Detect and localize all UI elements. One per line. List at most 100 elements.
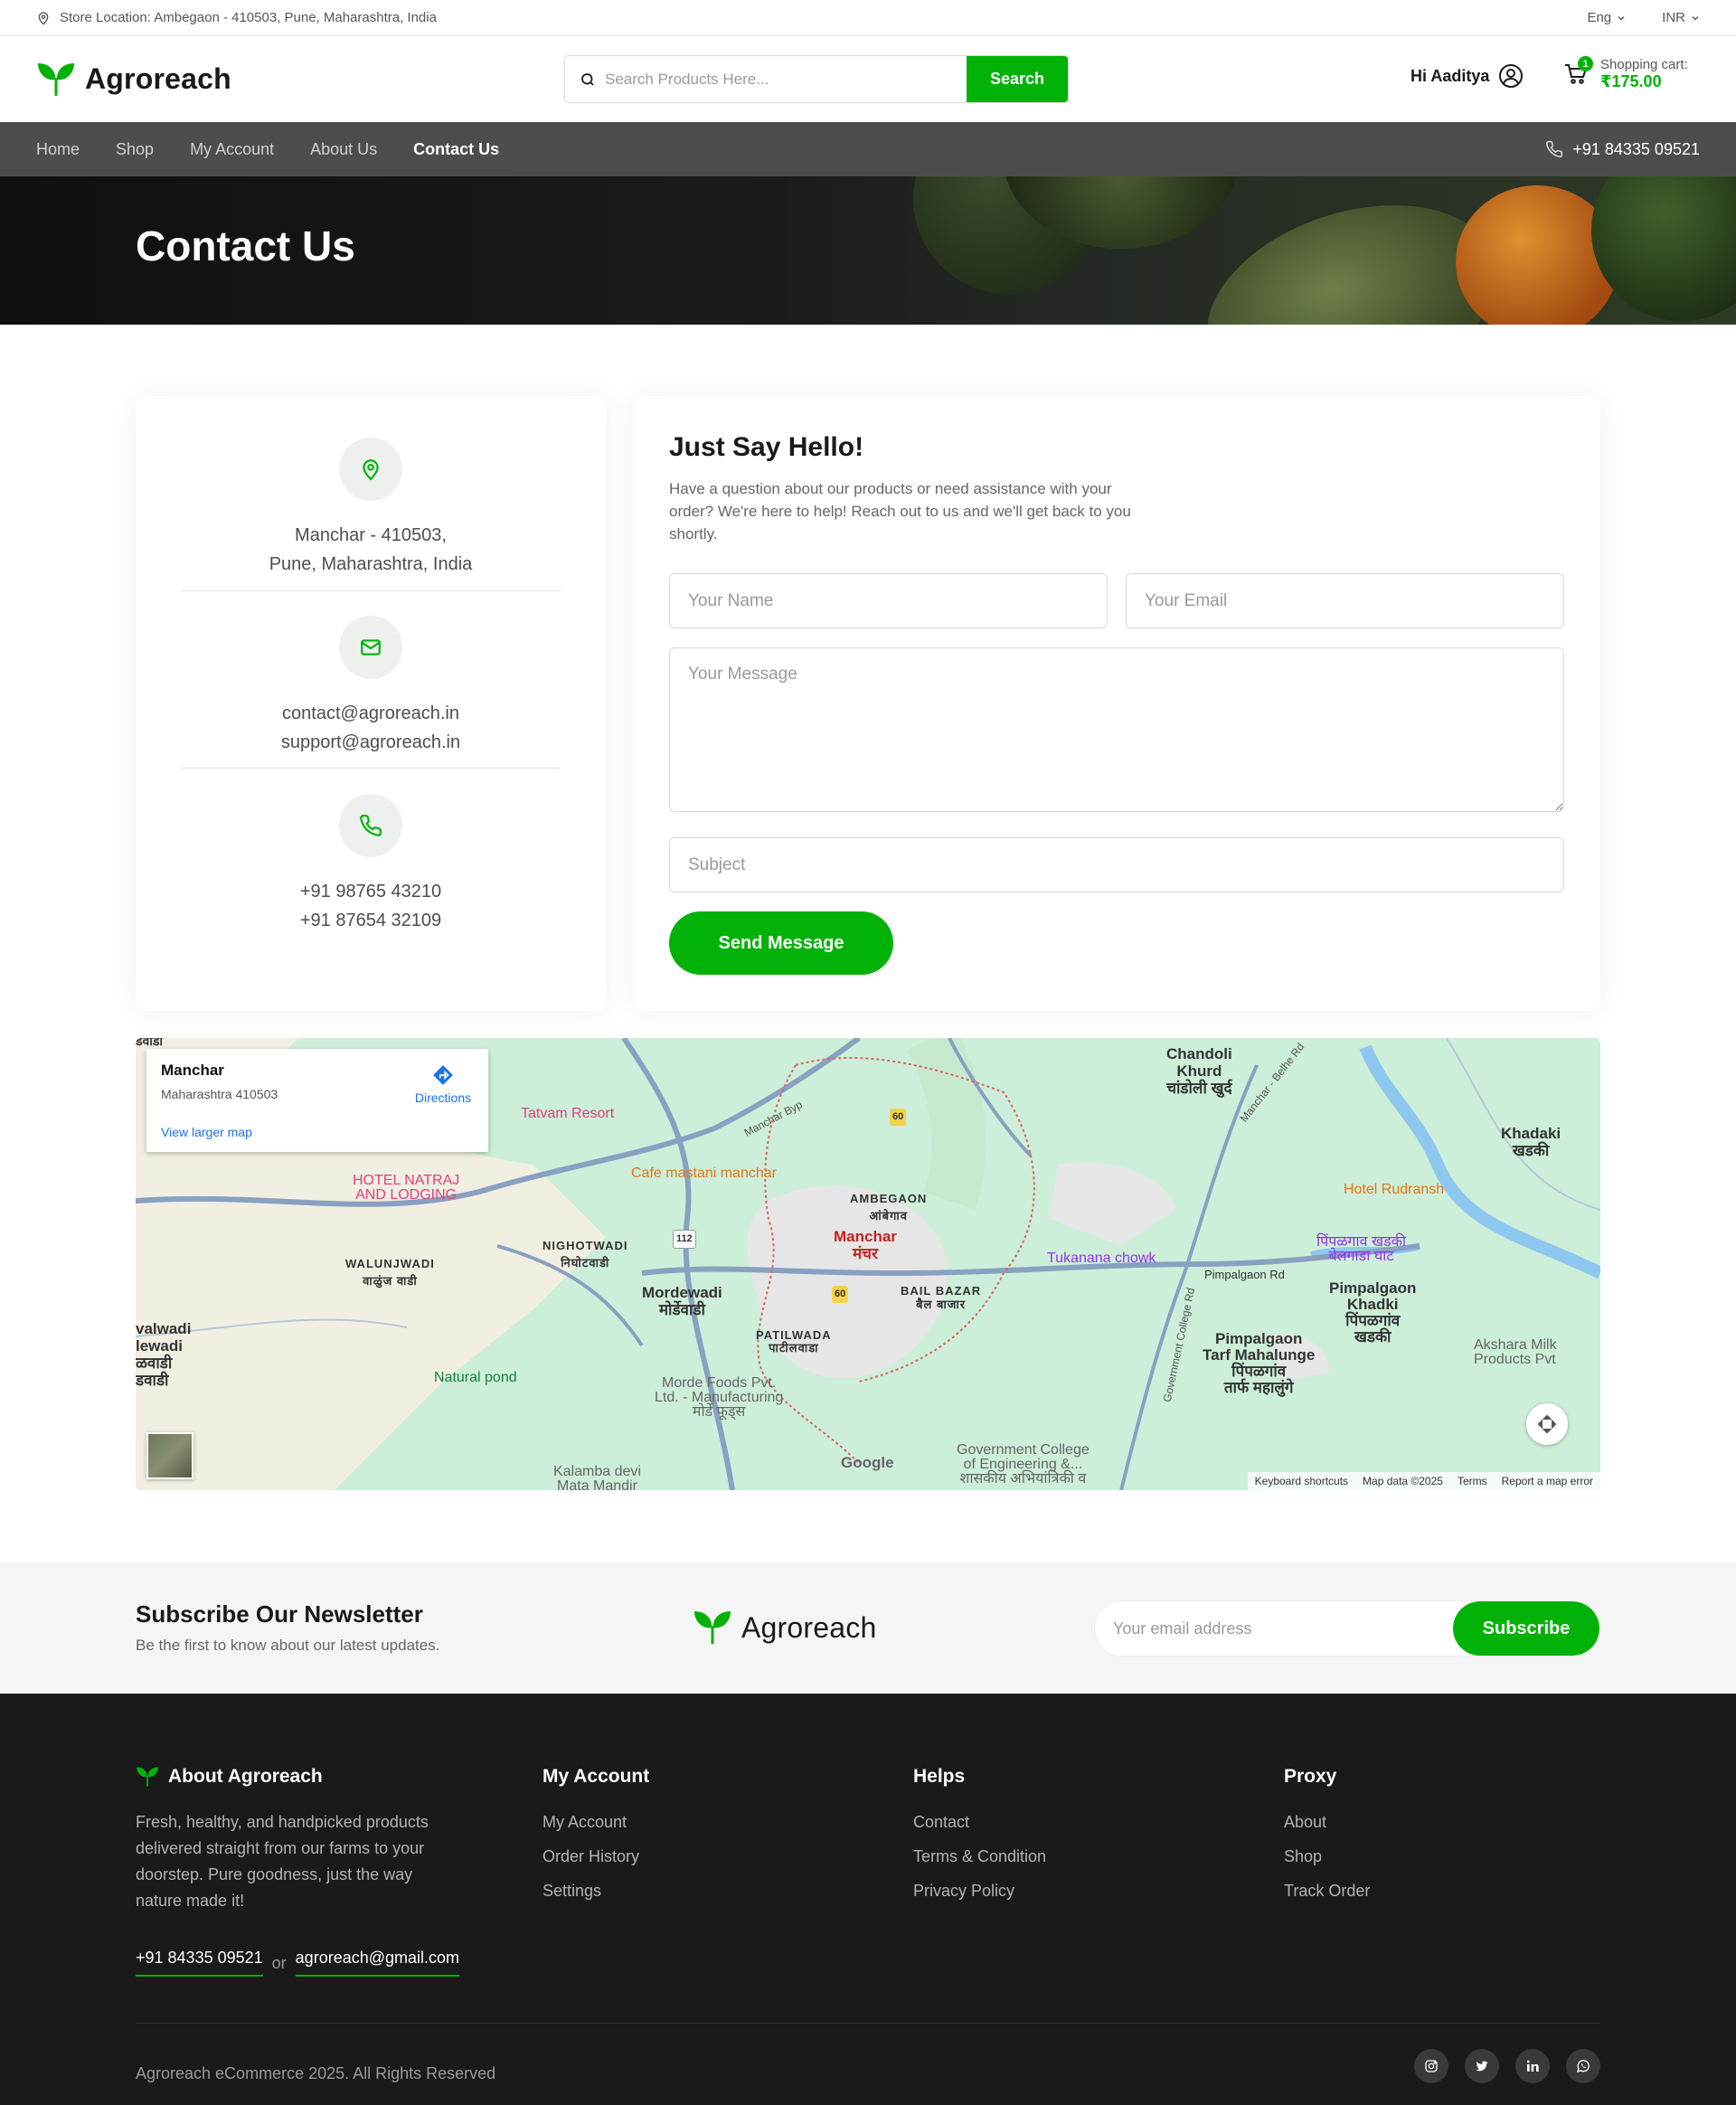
whatsapp-icon[interactable] xyxy=(1566,2049,1600,2083)
location-map[interactable]: Manchar Maharashtra 410503 View larger m… xyxy=(136,1038,1600,1490)
fullscreen-button[interactable] xyxy=(1526,1403,1568,1445)
brand-name: Agroreach xyxy=(85,62,231,95)
cart-label: Shopping cart: xyxy=(1600,57,1688,72)
email-icon-circle xyxy=(339,616,402,679)
map-poi[interactable]: Tatvam Resort xyxy=(521,1105,614,1122)
footer-link[interactable]: Contact xyxy=(913,1813,1046,1832)
report-error-link[interactable]: Report a map error xyxy=(1502,1475,1593,1487)
footer-my-account-column: My Account My Account Order History Sett… xyxy=(542,1766,649,1916)
map-label: डवाडी xyxy=(136,1038,164,1048)
newsletter-form: Subscribe xyxy=(1094,1600,1600,1657)
newsletter-email-input[interactable] xyxy=(1095,1601,1453,1656)
map-poi[interactable]: Cafe mastani manchar xyxy=(631,1165,777,1182)
footer-link[interactable]: My Account xyxy=(542,1813,649,1832)
email-block: contact@agroreach.in support@agroreach.i… xyxy=(181,616,561,757)
map-poi[interactable]: Government College of Engineering &... श… xyxy=(957,1443,1090,1487)
brand-logo[interactable]: Agroreach xyxy=(36,61,231,98)
nav-item-my-account[interactable]: My Account xyxy=(190,140,274,159)
brand-logo[interactable]: Agroreach xyxy=(693,1609,876,1646)
footer-email-link[interactable]: agroreach@gmail.com xyxy=(295,1949,460,1977)
shopping-cart[interactable]: 1 Shopping cart: ₹175.00 xyxy=(1564,56,1688,90)
directions-icon xyxy=(407,1063,479,1087)
map-label: PATILWADA पाटीलवाडा xyxy=(756,1328,832,1355)
map-poi[interactable]: Morde Foods Pvt. Ltd. - Manufacturing मो… xyxy=(655,1376,783,1420)
search-input[interactable] xyxy=(605,70,967,89)
nav-phone[interactable]: +91 84335 09521 xyxy=(1545,140,1700,159)
user-icon xyxy=(1498,63,1524,89)
nav-item-shop[interactable]: Shop xyxy=(116,140,154,159)
send-message-button[interactable]: Send Message xyxy=(669,911,893,975)
instagram-icon[interactable] xyxy=(1414,2049,1448,2083)
fullscreen-icon xyxy=(1537,1414,1557,1434)
phone-link[interactable]: +91 98765 43210 xyxy=(181,877,561,906)
map-poi[interactable]: Natural pond xyxy=(434,1369,517,1386)
footer-link[interactable]: Shop xyxy=(1284,1847,1370,1866)
hero-decoration xyxy=(1591,176,1736,321)
footer-link[interactable]: Track Order xyxy=(1284,1882,1370,1901)
map-poi[interactable]: Kalamba devi Mata Mandir xyxy=(553,1465,641,1491)
nav-item-about-us[interactable]: About Us xyxy=(310,140,377,159)
subject-field[interactable] xyxy=(669,837,1564,892)
map-poi[interactable]: पिंपळगाव खडकी बेलगाडा घाट xyxy=(1316,1235,1406,1264)
footer-link[interactable]: About xyxy=(1284,1813,1370,1832)
footer-divider xyxy=(136,2023,1600,2024)
name-field[interactable] xyxy=(669,573,1108,628)
nav-item-contact-us[interactable]: Contact Us xyxy=(413,140,499,159)
twitter-icon[interactable] xyxy=(1465,2049,1499,2083)
map-label: AMBEGAON आंबेगाव xyxy=(850,1192,928,1222)
linkedin-icon[interactable] xyxy=(1515,2049,1550,2083)
subscribe-button[interactable]: Subscribe xyxy=(1453,1601,1599,1656)
brand-name: Agroreach xyxy=(741,1610,877,1644)
footer-helps-column: Helps Contact Terms & Condition Privacy … xyxy=(913,1766,1046,1916)
footer-link[interactable]: Privacy Policy xyxy=(913,1882,1046,1901)
map-data-text: Map data ©2025 xyxy=(1363,1475,1443,1487)
message-field[interactable] xyxy=(669,647,1564,812)
contact-form-card: Just Say Hello! Have a question about ou… xyxy=(633,396,1600,1011)
satellite-toggle[interactable] xyxy=(146,1432,193,1479)
map-route-shield: 60 xyxy=(890,1109,907,1126)
main-nav: Home Shop My Account About Us Contact Us… xyxy=(0,122,1736,176)
email-link[interactable]: contact@agroreach.in xyxy=(181,699,561,728)
view-larger-map-link[interactable]: View larger map xyxy=(161,1125,252,1139)
currency-select[interactable]: INR xyxy=(1662,10,1700,25)
footer-or-text: or xyxy=(271,1954,287,1972)
terms-link[interactable]: Terms xyxy=(1458,1475,1487,1487)
footer-link[interactable]: Terms & Condition xyxy=(913,1847,1046,1866)
map-place-card: Manchar Maharashtra 410503 View larger m… xyxy=(146,1049,488,1152)
map-poi[interactable]: HOTEL NATRAJ AND LODGING xyxy=(353,1174,459,1203)
map-poi[interactable]: Tukanana chowk xyxy=(1047,1250,1156,1267)
leaf-logo-icon xyxy=(693,1609,732,1646)
email-link[interactable]: support@agroreach.in xyxy=(181,728,561,757)
language-select[interactable]: Eng xyxy=(1587,10,1626,25)
cart-total: ₹175.00 xyxy=(1600,71,1662,90)
site-footer: About Agroreach Fresh, healthy, and hand… xyxy=(0,1694,1736,2105)
search-bar: Search xyxy=(564,55,1069,103)
search-icon xyxy=(580,71,596,88)
form-intro: Have a question about our products or ne… xyxy=(669,480,1131,543)
directions-button[interactable]: Directions xyxy=(407,1063,479,1105)
map-poi[interactable]: Hotel Rudransh xyxy=(1344,1181,1444,1198)
form-title: Just Say Hello! xyxy=(669,432,864,462)
map-label: BAIL BAZAR बैल बाजार xyxy=(901,1284,982,1311)
phone-link[interactable]: +91 87654 32109 xyxy=(181,906,561,935)
search-button[interactable]: Search xyxy=(967,56,1068,102)
footer-column-title: My Account xyxy=(542,1766,650,1787)
footer-link[interactable]: Settings xyxy=(542,1882,649,1901)
nav-phone-number: +91 84335 09521 xyxy=(1572,139,1700,158)
store-location: Store Location: Ambegaon - 410503, Pune,… xyxy=(36,10,437,25)
keyboard-shortcuts-link[interactable]: Keyboard shortcuts xyxy=(1255,1475,1348,1487)
footer-link[interactable]: Order History xyxy=(542,1847,649,1866)
map-place-address: Maharashtra 410503 xyxy=(161,1087,278,1101)
map-label: Pimpalgaon Rd xyxy=(1204,1268,1285,1281)
directions-label: Directions xyxy=(414,1090,472,1105)
contact-info-card: Manchar - 410503, Pune, Maharashtra, Ind… xyxy=(136,396,606,1011)
leaf-logo-icon xyxy=(136,1766,159,1788)
map-poi[interactable]: Akshara Milk Products Pvt xyxy=(1474,1338,1557,1367)
cart-count-badge: 1 xyxy=(1578,56,1593,72)
nav-item-home[interactable]: Home xyxy=(36,140,80,159)
user-account[interactable]: Hi Aaditya xyxy=(1410,63,1524,89)
footer-phone-link[interactable]: +91 84335 09521 xyxy=(136,1949,263,1977)
newsletter-title: Subscribe Our Newsletter xyxy=(136,1600,423,1628)
email-field[interactable] xyxy=(1126,573,1564,628)
copyright-text: Agroreach eCommerce 2025. All Rights Res… xyxy=(136,2064,496,2082)
